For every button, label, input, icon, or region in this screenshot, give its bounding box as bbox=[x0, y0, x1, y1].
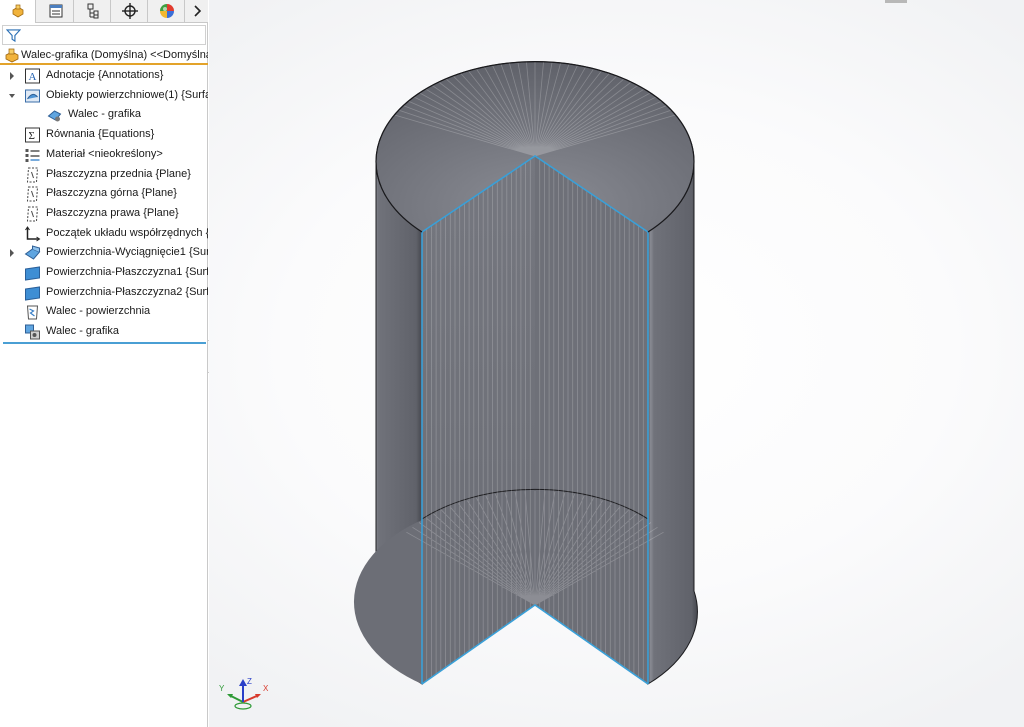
filter-icon bbox=[6, 29, 21, 43]
triad-y-label: Y bbox=[219, 684, 225, 693]
triad-ring bbox=[234, 702, 252, 710]
crosshair-icon bbox=[121, 3, 138, 19]
tab-configuration-manager[interactable] bbox=[75, 0, 111, 22]
tree-item-label: Płaszczyzna górna {Plane} bbox=[46, 187, 177, 200]
tree-item-label: Walec - powierzchnia bbox=[46, 305, 151, 318]
triad-z-arrow bbox=[239, 679, 247, 686]
surface-extrude-icon bbox=[24, 245, 41, 260]
tree-item-planar-surface[interactable]: Powierzchnia-Płaszczyzna1 {Surface-Plane… bbox=[0, 264, 208, 282]
tab-display-manager[interactable] bbox=[149, 0, 185, 22]
svg-text:Σ: Σ bbox=[29, 130, 35, 142]
tree-item-surface-extrude[interactable]: Powierzchnia-Wyciągnięcie1 {Surface-Extr… bbox=[0, 244, 208, 262]
tree-item-origin[interactable]: Początek układu współrzędnych {Origin} bbox=[0, 225, 208, 243]
expander-closed-icon[interactable] bbox=[8, 71, 16, 81]
tree-item-label: Obiekty powierzchniowe(1) {Surface Bodie… bbox=[46, 88, 208, 101]
annotations-icon: A bbox=[25, 68, 40, 84]
tab-property-manager[interactable] bbox=[38, 0, 74, 22]
tab-feature-manager[interactable] bbox=[0, 0, 36, 23]
tree-item-surface-body[interactable]: Walec - grafika bbox=[0, 106, 208, 124]
planar-surface-icon bbox=[25, 266, 40, 281]
right-outer-face bbox=[647, 158, 698, 685]
svg-text:A: A bbox=[29, 71, 37, 83]
tree-item-label: Początek układu współrzędnych {Origin} bbox=[46, 226, 208, 239]
appearance-sphere-icon bbox=[159, 4, 174, 18]
tree-item-label: Walec - grafika bbox=[68, 108, 141, 121]
view-orientation-triad: X Y Z bbox=[219, 677, 269, 710]
tree-item-material[interactable]: Materiał <nieokreślony> bbox=[0, 146, 208, 164]
equations-icon: Σ bbox=[25, 127, 40, 143]
planar-surface-icon bbox=[25, 286, 40, 301]
tree-root-label: Walec-grafika (Domyślna) <<Domyślna> bbox=[21, 49, 208, 61]
origin-icon bbox=[25, 225, 41, 242]
tree-filter[interactable] bbox=[2, 25, 206, 45]
tree-item-label: Równania {Equations} bbox=[46, 128, 155, 141]
tree-item-graphics-body[interactable]: Walec - grafika bbox=[0, 323, 208, 341]
tree-item-plane[interactable]: Płaszczyzna przednia {Plane} bbox=[0, 166, 208, 184]
tree-item-annotations[interactable]: A Adnotacje {Annotations} bbox=[0, 67, 208, 85]
tree-item-label: Powierzchnia-Płaszczyzna2 {Surface-Plane… bbox=[46, 285, 208, 298]
graphics-body-icon bbox=[25, 324, 40, 340]
tree-item-label: Powierzchnia-Płaszczyzna1 {Surface-Plane… bbox=[46, 266, 208, 278]
expander-open-icon[interactable] bbox=[8, 91, 16, 101]
material-icon bbox=[25, 148, 40, 162]
tree-item-equations[interactable]: Σ Równania {Equations} bbox=[0, 126, 208, 144]
tree-item-label: Walec - grafika bbox=[46, 325, 119, 338]
plane-icon bbox=[26, 186, 39, 202]
surface-body-icon bbox=[47, 110, 62, 122]
tree-item-sketch-3d[interactable]: Walec - powierzchnia bbox=[0, 303, 208, 321]
panel-tab-bar bbox=[0, 0, 208, 23]
tree-item-planar-surface[interactable]: Powierzchnia-Płaszczyzna2 {Surface-Plane… bbox=[0, 284, 208, 302]
tree-item-label: Płaszczyzna przednia {Plane} bbox=[46, 167, 191, 180]
tree-item-label: Powierzchnia-Wyciągnięcie1 {Surface-Extr… bbox=[46, 246, 208, 259]
tree-item-label: Płaszczyzna prawa {Plane} bbox=[46, 206, 179, 219]
cylinder-model[interactable] bbox=[209, 0, 1024, 727]
tree-root-part[interactable]: Walec-grafika (Domyślna) <<Domyślna> bbox=[0, 47, 208, 65]
plane-icon bbox=[26, 206, 39, 222]
tree-item-plane[interactable]: Płaszczyzna górna {Plane} bbox=[0, 185, 208, 203]
sketch-3d-icon bbox=[26, 305, 39, 320]
tree-item-label: Materiał <nieokreślony> bbox=[46, 147, 163, 160]
graphics-viewport[interactable]: X Y Z bbox=[209, 0, 1024, 727]
feature-manager-icon bbox=[12, 4, 23, 17]
tree-item-surface-bodies[interactable]: Obiekty powierzchniowe(1) {Surface Bodie… bbox=[0, 87, 208, 105]
triad-x-label: X bbox=[263, 684, 269, 693]
plane-icon bbox=[26, 167, 39, 182]
surface-bodies-icon bbox=[25, 89, 40, 103]
part-icon bbox=[5, 48, 19, 63]
tab-dimxpert-manager[interactable] bbox=[112, 0, 148, 22]
expander-closed-icon[interactable] bbox=[8, 248, 16, 258]
tabs-more-button[interactable] bbox=[186, 0, 208, 22]
feature-manager-panel: Walec-grafika (Domyślna) <<Domyślna> A Ad… bbox=[0, 0, 208, 727]
property-manager-icon bbox=[49, 4, 62, 18]
configuration-manager-icon bbox=[87, 3, 98, 19]
chevron-right-icon bbox=[194, 5, 202, 17]
triad-z-label: Z bbox=[247, 677, 252, 686]
tree-item-label: Adnotacje {Annotations} bbox=[46, 69, 164, 81]
tree-end-divider bbox=[3, 342, 206, 344]
tree-item-plane[interactable]: Płaszczyzna prawa {Plane} bbox=[0, 205, 208, 223]
